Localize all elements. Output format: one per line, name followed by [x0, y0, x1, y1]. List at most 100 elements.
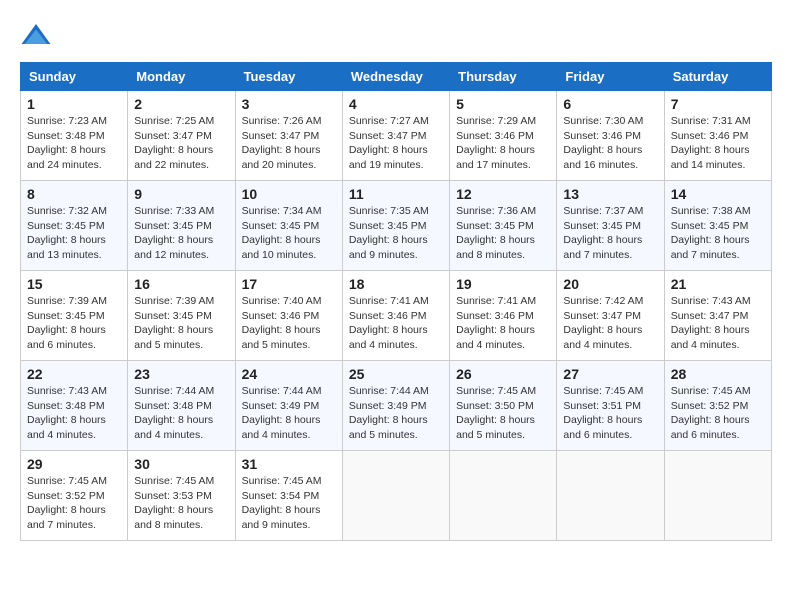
calendar-cell: 19 Sunrise: 7:41 AM Sunset: 3:46 PM Dayl…: [450, 271, 557, 361]
sunrise-label: Sunrise: 7:27 AM: [349, 115, 429, 127]
sunset-label: Sunset: 3:46 PM: [563, 130, 641, 142]
day-info: Sunrise: 7:45 AM Sunset: 3:51 PM Dayligh…: [563, 384, 657, 443]
sunset-label: Sunset: 3:45 PM: [242, 220, 320, 232]
weekday-header-cell: Wednesday: [342, 63, 449, 91]
sunset-label: Sunset: 3:52 PM: [27, 490, 105, 502]
day-number: 31: [242, 456, 336, 472]
daylight-label: Daylight: 8 hours and 12 minutes.: [134, 234, 213, 261]
calendar-cell: 28 Sunrise: 7:45 AM Sunset: 3:52 PM Dayl…: [664, 361, 771, 451]
sunrise-label: Sunrise: 7:32 AM: [27, 205, 107, 217]
sunrise-label: Sunrise: 7:25 AM: [134, 115, 214, 127]
sunrise-label: Sunrise: 7:39 AM: [27, 295, 107, 307]
day-number: 16: [134, 276, 228, 292]
daylight-label: Daylight: 8 hours and 4 minutes.: [563, 324, 642, 351]
calendar-cell: 9 Sunrise: 7:33 AM Sunset: 3:45 PM Dayli…: [128, 181, 235, 271]
daylight-label: Daylight: 8 hours and 13 minutes.: [27, 234, 106, 261]
calendar-cell: 16 Sunrise: 7:39 AM Sunset: 3:45 PM Dayl…: [128, 271, 235, 361]
daylight-label: Daylight: 8 hours and 16 minutes.: [563, 144, 642, 171]
sunset-label: Sunset: 3:50 PM: [456, 400, 534, 412]
calendar-cell: 23 Sunrise: 7:44 AM Sunset: 3:48 PM Dayl…: [128, 361, 235, 451]
day-info: Sunrise: 7:38 AM Sunset: 3:45 PM Dayligh…: [671, 204, 765, 263]
weekday-header-cell: Tuesday: [235, 63, 342, 91]
calendar-table: SundayMondayTuesdayWednesdayThursdayFrid…: [20, 62, 772, 541]
sunrise-label: Sunrise: 7:44 AM: [134, 385, 214, 397]
sunrise-label: Sunrise: 7:41 AM: [349, 295, 429, 307]
sunrise-label: Sunrise: 7:44 AM: [242, 385, 322, 397]
calendar-cell: 27 Sunrise: 7:45 AM Sunset: 3:51 PM Dayl…: [557, 361, 664, 451]
calendar-cell: 21 Sunrise: 7:43 AM Sunset: 3:47 PM Dayl…: [664, 271, 771, 361]
sunset-label: Sunset: 3:45 PM: [134, 310, 212, 322]
sunset-label: Sunset: 3:48 PM: [27, 400, 105, 412]
daylight-label: Daylight: 8 hours and 5 minutes.: [134, 324, 213, 351]
day-number: 13: [563, 186, 657, 202]
day-number: 25: [349, 366, 443, 382]
calendar-cell: [342, 451, 449, 541]
day-info: Sunrise: 7:35 AM Sunset: 3:45 PM Dayligh…: [349, 204, 443, 263]
daylight-label: Daylight: 8 hours and 14 minutes.: [671, 144, 750, 171]
daylight-label: Daylight: 8 hours and 10 minutes.: [242, 234, 321, 261]
sunrise-label: Sunrise: 7:39 AM: [134, 295, 214, 307]
day-info: Sunrise: 7:45 AM Sunset: 3:52 PM Dayligh…: [671, 384, 765, 443]
calendar-cell: 8 Sunrise: 7:32 AM Sunset: 3:45 PM Dayli…: [21, 181, 128, 271]
daylight-label: Daylight: 8 hours and 9 minutes.: [242, 504, 321, 531]
daylight-label: Daylight: 8 hours and 4 minutes.: [134, 414, 213, 441]
day-number: 30: [134, 456, 228, 472]
calendar-cell: 22 Sunrise: 7:43 AM Sunset: 3:48 PM Dayl…: [21, 361, 128, 451]
daylight-label: Daylight: 8 hours and 5 minutes.: [349, 414, 428, 441]
daylight-label: Daylight: 8 hours and 4 minutes.: [349, 324, 428, 351]
daylight-label: Daylight: 8 hours and 20 minutes.: [242, 144, 321, 171]
sunrise-label: Sunrise: 7:45 AM: [27, 475, 107, 487]
day-number: 27: [563, 366, 657, 382]
day-info: Sunrise: 7:39 AM Sunset: 3:45 PM Dayligh…: [27, 294, 121, 353]
page-header: [20, 20, 772, 52]
day-info: Sunrise: 7:43 AM Sunset: 3:48 PM Dayligh…: [27, 384, 121, 443]
calendar-cell: 29 Sunrise: 7:45 AM Sunset: 3:52 PM Dayl…: [21, 451, 128, 541]
daylight-label: Daylight: 8 hours and 4 minutes.: [671, 324, 750, 351]
daylight-label: Daylight: 8 hours and 7 minutes.: [671, 234, 750, 261]
calendar-cell: 25 Sunrise: 7:44 AM Sunset: 3:49 PM Dayl…: [342, 361, 449, 451]
daylight-label: Daylight: 8 hours and 4 minutes.: [27, 414, 106, 441]
daylight-label: Daylight: 8 hours and 17 minutes.: [456, 144, 535, 171]
sunrise-label: Sunrise: 7:45 AM: [563, 385, 643, 397]
day-info: Sunrise: 7:45 AM Sunset: 3:54 PM Dayligh…: [242, 474, 336, 533]
sunset-label: Sunset: 3:45 PM: [456, 220, 534, 232]
day-number: 14: [671, 186, 765, 202]
day-number: 28: [671, 366, 765, 382]
day-info: Sunrise: 7:42 AM Sunset: 3:47 PM Dayligh…: [563, 294, 657, 353]
sunset-label: Sunset: 3:46 PM: [456, 310, 534, 322]
weekday-header-row: SundayMondayTuesdayWednesdayThursdayFrid…: [21, 63, 772, 91]
sunrise-label: Sunrise: 7:37 AM: [563, 205, 643, 217]
sunrise-label: Sunrise: 7:34 AM: [242, 205, 322, 217]
calendar-cell: 15 Sunrise: 7:39 AM Sunset: 3:45 PM Dayl…: [21, 271, 128, 361]
daylight-label: Daylight: 8 hours and 6 minutes.: [563, 414, 642, 441]
daylight-label: Daylight: 8 hours and 4 minutes.: [456, 324, 535, 351]
calendar-cell: 18 Sunrise: 7:41 AM Sunset: 3:46 PM Dayl…: [342, 271, 449, 361]
weekday-header-cell: Sunday: [21, 63, 128, 91]
logo: [20, 20, 56, 52]
sunrise-label: Sunrise: 7:40 AM: [242, 295, 322, 307]
sunrise-label: Sunrise: 7:29 AM: [456, 115, 536, 127]
day-number: 12: [456, 186, 550, 202]
calendar-cell: 30 Sunrise: 7:45 AM Sunset: 3:53 PM Dayl…: [128, 451, 235, 541]
calendar-cell: [450, 451, 557, 541]
sunrise-label: Sunrise: 7:42 AM: [563, 295, 643, 307]
weekday-header-cell: Thursday: [450, 63, 557, 91]
sunrise-label: Sunrise: 7:41 AM: [456, 295, 536, 307]
sunrise-label: Sunrise: 7:26 AM: [242, 115, 322, 127]
calendar-cell: [557, 451, 664, 541]
sunset-label: Sunset: 3:52 PM: [671, 400, 749, 412]
daylight-label: Daylight: 8 hours and 5 minutes.: [242, 324, 321, 351]
daylight-label: Daylight: 8 hours and 24 minutes.: [27, 144, 106, 171]
sunset-label: Sunset: 3:47 PM: [242, 130, 320, 142]
day-number: 24: [242, 366, 336, 382]
daylight-label: Daylight: 8 hours and 9 minutes.: [349, 234, 428, 261]
sunrise-label: Sunrise: 7:45 AM: [456, 385, 536, 397]
calendar-week-row: 29 Sunrise: 7:45 AM Sunset: 3:52 PM Dayl…: [21, 451, 772, 541]
sunrise-label: Sunrise: 7:43 AM: [27, 385, 107, 397]
day-number: 17: [242, 276, 336, 292]
day-info: Sunrise: 7:43 AM Sunset: 3:47 PM Dayligh…: [671, 294, 765, 353]
calendar-cell: 3 Sunrise: 7:26 AM Sunset: 3:47 PM Dayli…: [235, 91, 342, 181]
calendar-cell: 2 Sunrise: 7:25 AM Sunset: 3:47 PM Dayli…: [128, 91, 235, 181]
day-info: Sunrise: 7:34 AM Sunset: 3:45 PM Dayligh…: [242, 204, 336, 263]
day-info: Sunrise: 7:45 AM Sunset: 3:52 PM Dayligh…: [27, 474, 121, 533]
